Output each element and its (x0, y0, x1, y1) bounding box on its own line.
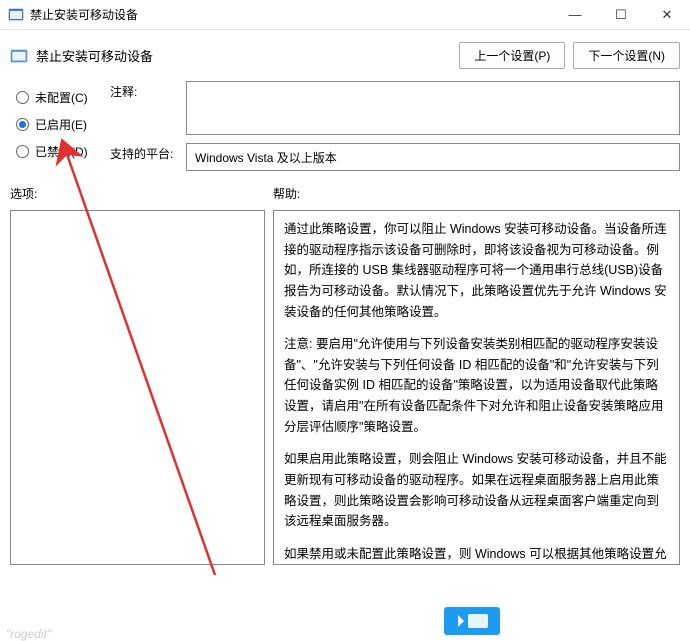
setting-title: 禁止安装可移动设备 (36, 46, 451, 65)
help-heading: 帮助: (273, 185, 680, 202)
help-paragraph: 通过此策略设置，你可以阻止 Windows 安装可移动设备。当设备所连接的驱动程… (284, 219, 669, 322)
next-setting-button[interactable]: 下一个设置(N) (573, 42, 680, 69)
help-paragraph: 如果启用此策略设置，则会阻止 Windows 安装可移动设备，并且不能更新现有可… (284, 449, 669, 532)
radio-icon (16, 91, 29, 104)
minimize-button[interactable]: — (552, 0, 598, 30)
radio-label: 已禁用(D) (35, 143, 88, 160)
brand-badge-icon (444, 607, 500, 635)
options-heading: 选项: (10, 185, 265, 202)
top-section: 未配置(C) 已启用(E) 已禁用(D) 注释: 支持的平台: Windows … (0, 77, 690, 171)
lower-section: 选项: 帮助: 通过此策略设置，你可以阻止 Windows 安装可移动设备。当设… (0, 171, 690, 575)
header: 禁止安装可移动设备 上一个设置(P) 下一个设置(N) (0, 30, 690, 77)
radio-disabled[interactable]: 已禁用(D) (10, 143, 102, 160)
comment-label: 注释: (110, 81, 180, 100)
close-button[interactable]: ✕ (644, 0, 690, 30)
radio-not-configured[interactable]: 未配置(C) (10, 89, 102, 106)
radio-icon (16, 145, 29, 158)
radio-icon (16, 118, 29, 131)
radio-label: 未配置(C) (35, 89, 88, 106)
maximize-button[interactable]: ☐ (598, 0, 644, 30)
state-radio-group: 未配置(C) 已启用(E) 已禁用(D) (10, 81, 102, 171)
help-text[interactable]: 通过此策略设置，你可以阻止 Windows 安装可移动设备。当设备所连接的驱动程… (273, 210, 680, 565)
help-column: 帮助: 通过此策略设置，你可以阻止 Windows 安装可移动设备。当设备所连接… (273, 185, 680, 565)
titlebar: 禁止安装可移动设备 — ☐ ✕ (0, 0, 690, 30)
prev-setting-button[interactable]: 上一个设置(P) (459, 42, 565, 69)
help-paragraph: 如果禁用或未配置此策略设置，则 Windows 可以根据其他策略设置允许或阻止安… (284, 544, 669, 565)
window-title: 禁止安装可移动设备 (30, 6, 552, 23)
setting-icon (10, 47, 28, 65)
help-paragraph: 注意: 要启用"允许使用与下列设备安装类别相匹配的驱动程序安装设备"、"允许安装… (284, 334, 669, 437)
comment-input[interactable] (186, 81, 680, 135)
radio-enabled[interactable]: 已启用(E) (10, 116, 102, 133)
options-box (10, 210, 265, 565)
window-controls: — ☐ ✕ (552, 0, 690, 30)
watermark: "rogedit" (6, 627, 51, 641)
options-column: 选项: (10, 185, 265, 565)
platform-label: 支持的平台: (110, 143, 180, 162)
radio-label: 已启用(E) (35, 116, 87, 133)
meta-section: 注释: 支持的平台: Windows Vista 及以上版本 (110, 81, 680, 171)
app-icon (8, 7, 24, 23)
platform-value: Windows Vista 及以上版本 (186, 143, 680, 171)
